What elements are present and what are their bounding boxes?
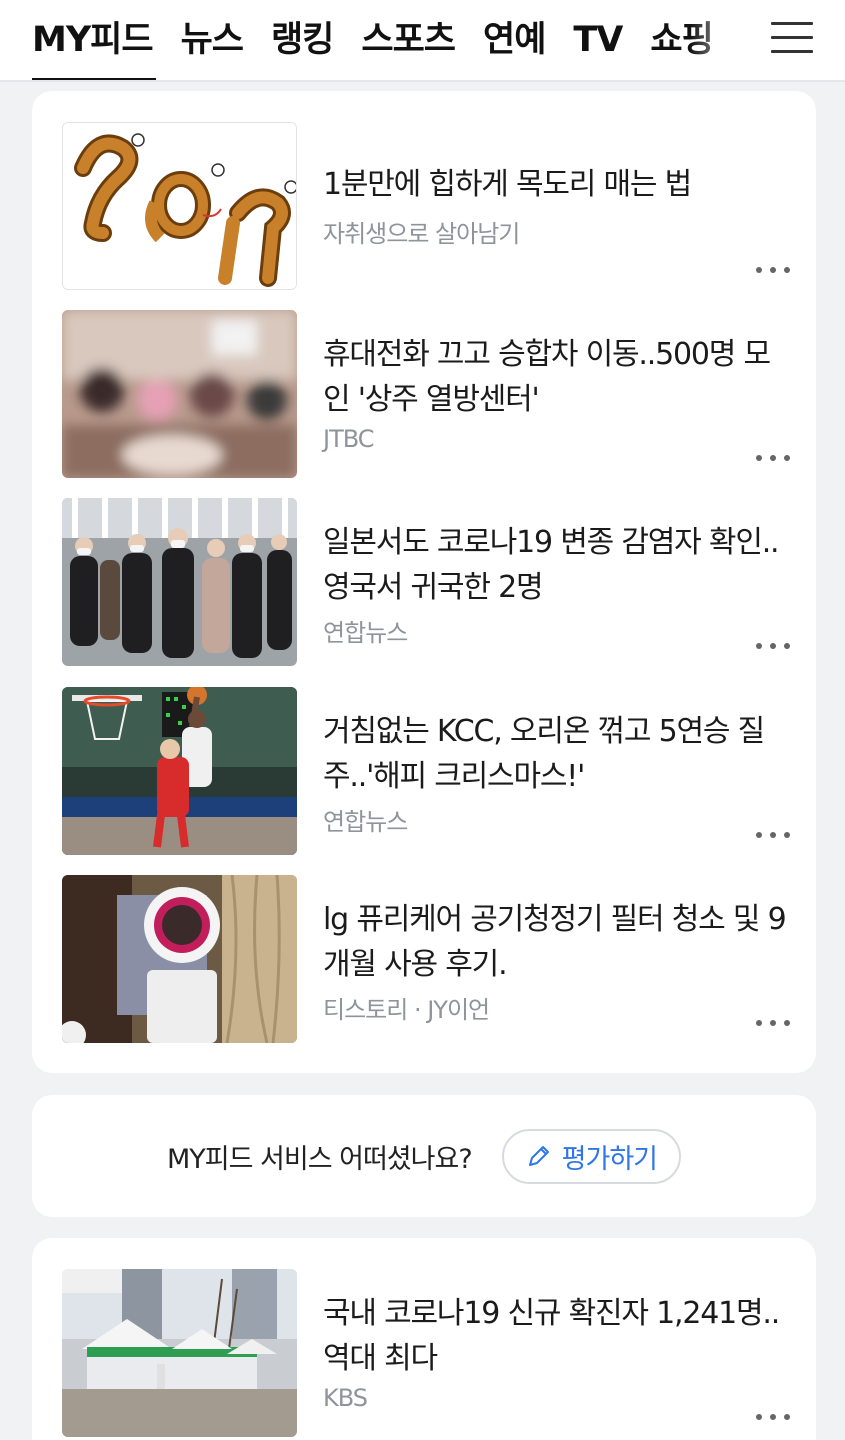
article-title[interactable]: 거침없는 KCC, 오리온 꺾고 5연승 질주..'해피 크리스마스!' <box>323 709 793 799</box>
article-source: KBS <box>323 1384 368 1412</box>
feed-card: 1분만에 힙하게 목도리 매는 법 자취생으로 살아남기 휴대전화 끄고 승합차… <box>32 91 816 1073</box>
feed-item[interactable]: 일본서도 코로나19 변종 감염자 확인..영국서 귀국한 2명 연합뉴스 <box>62 498 792 668</box>
tab-news[interactable]: 뉴스 <box>181 0 244 80</box>
more-options-icon[interactable] <box>756 640 790 652</box>
hamburger-menu-icon[interactable] <box>771 22 813 56</box>
article-source: 자취생으로 살아남기 <box>323 220 520 248</box>
blurred-crowd-photo[interactable] <box>62 310 297 478</box>
basketball-dunk-photo[interactable] <box>62 687 297 855</box>
tab-myfeed[interactable]: MY피드 <box>32 0 156 80</box>
pencil-icon <box>528 1146 549 1166</box>
tab-tv[interactable]: TV <box>573 0 623 80</box>
feedback-survey-card: MY피드 서비스 어떠셨나요? 평가하기 <box>32 1095 816 1217</box>
air-purifier-photo[interactable] <box>62 875 297 1043</box>
more-options-icon[interactable] <box>756 1411 790 1423</box>
feed-item[interactable]: 거침없는 KCC, 오리온 꺾고 5연승 질주..'해피 크리스마스!' 연합뉴… <box>62 687 792 857</box>
article-source: 티스토리 · JY이언 <box>323 996 490 1024</box>
rate-button[interactable]: 평가하기 <box>501 1128 682 1184</box>
more-options-icon[interactable] <box>756 1017 790 1029</box>
article-source: 연합뉴스 <box>323 808 408 836</box>
scarf-tying-illustration[interactable] <box>62 122 297 290</box>
tabs-fade-overlay <box>690 0 750 80</box>
tab-ranking[interactable]: 랭킹 <box>271 0 334 80</box>
feed-item[interactable]: lg 퓨리케어 공기청정기 필터 청소 및 9개월 사용 후기. 티스토리 · … <box>62 875 792 1045</box>
top-navigation: MY피드 뉴스 랭킹 스포츠 연예 TV 쇼핑 <box>0 0 845 82</box>
rate-button-label: 평가하기 <box>561 1143 658 1175</box>
article-source: 연합뉴스 <box>323 619 408 647</box>
feed-card: 국내 코로나19 신규 확진자 1,241명..역대 최다 KBS <box>32 1238 816 1440</box>
more-options-icon[interactable] <box>756 829 790 841</box>
masked-commuters-photo[interactable] <box>62 498 297 666</box>
feed-item[interactable]: 국내 코로나19 신규 확진자 1,241명..역대 최다 KBS <box>62 1269 792 1439</box>
article-title[interactable]: lg 퓨리케어 공기청정기 필터 청소 및 9개월 사용 후기. <box>323 897 793 987</box>
article-title[interactable]: 일본서도 코로나19 변종 감염자 확인..영국서 귀국한 2명 <box>323 520 793 610</box>
article-title[interactable]: 1분만에 힙하게 목도리 매는 법 <box>323 162 793 207</box>
article-title[interactable]: 국내 코로나19 신규 확진자 1,241명..역대 최다 <box>323 1291 793 1381</box>
article-title[interactable]: 휴대전화 끄고 승합차 이동..500명 모인 '상주 열방센터' <box>323 332 793 422</box>
more-options-icon[interactable] <box>756 264 790 276</box>
feed-item[interactable]: 1분만에 힙하게 목도리 매는 법 자취생으로 살아남기 <box>62 122 792 292</box>
survey-question: MY피드 서비스 어떠셨나요? <box>166 1143 473 1175</box>
article-source: JTBC <box>323 425 375 453</box>
more-options-icon[interactable] <box>756 452 790 464</box>
category-tabs: MY피드 뉴스 랭킹 스포츠 연예 TV 쇼핑 <box>32 0 750 80</box>
tab-sports[interactable]: 스포츠 <box>361 0 456 80</box>
feed-item[interactable]: 휴대전화 끄고 승합차 이동..500명 모인 '상주 열방센터' JTBC <box>62 310 792 480</box>
tab-entertainment[interactable]: 연예 <box>483 0 546 80</box>
testing-tent-photo[interactable] <box>62 1269 297 1437</box>
